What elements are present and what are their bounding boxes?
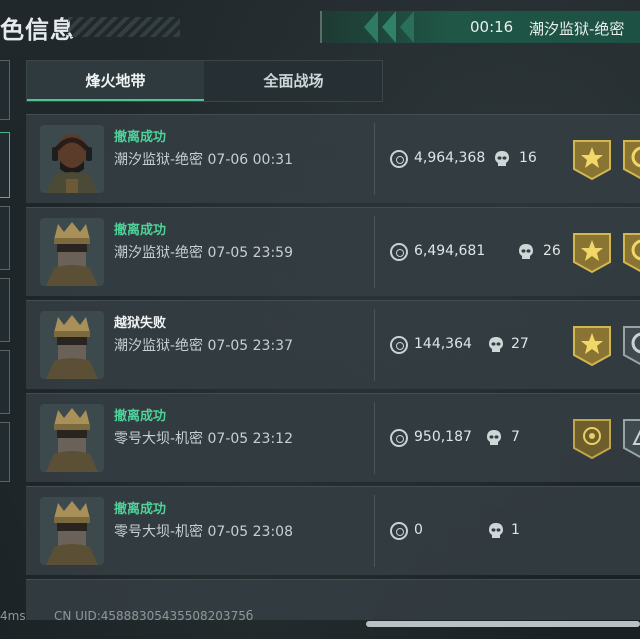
medal-badge-icon <box>623 419 640 459</box>
side-tab-2[interactable] <box>0 132 10 198</box>
coin-icon <box>390 522 408 540</box>
rank-badge-icon <box>573 140 611 181</box>
coin-icon <box>390 150 408 168</box>
match-value: 0 <box>414 522 423 538</box>
skull-icon <box>487 430 501 445</box>
kill-count: 7 <box>511 429 520 445</box>
kill-count: 27 <box>511 336 529 352</box>
side-tab-5[interactable] <box>0 350 10 414</box>
row-divider <box>374 216 375 288</box>
match-status: 撤离成功 <box>114 409 167 424</box>
mode-tabs: 烽火地带 全面战场 <box>26 60 383 102</box>
match-map: 潮汐监狱-绝密 <box>114 152 204 168</box>
coin-icon <box>390 243 408 261</box>
kill-count: 26 <box>543 243 561 259</box>
skull-icon <box>495 151 509 166</box>
skull-icon <box>489 337 503 352</box>
match-detail: 潮汐监狱-绝密 07-05 23:37 <box>114 335 293 355</box>
match-detail: 潮汐监狱-绝密 07-06 00:31 <box>114 149 293 169</box>
rank-badge-icon <box>573 326 611 367</box>
match-row[interactable]: 撤离成功 零号大坝-机密 07-05 23:08 0 1 <box>26 486 640 575</box>
chevron-left-icon <box>364 11 448 43</box>
match-datetime: 07-05 23:59 <box>207 245 293 261</box>
match-map: 潮汐监狱-绝密 <box>114 338 204 354</box>
match-status: 越狱失败 <box>114 316 167 331</box>
match-detail: 零号大坝-机密 07-05 23:12 <box>114 428 293 448</box>
side-nav <box>0 60 10 482</box>
operator-avatar <box>40 125 104 193</box>
match-row[interactable]: 撤离成功 零号大坝-机密 07-05 23:12 950,187 7 <box>26 393 640 482</box>
match-row[interactable]: 越狱失败 潮汐监狱-绝密 07-05 23:37 144,364 27 <box>26 300 640 389</box>
banner-map: 潮汐监狱-绝密 <box>529 20 625 38</box>
coin-icon <box>390 429 408 447</box>
kill-count: 1 <box>511 522 520 538</box>
rank-badge-icon <box>573 419 611 460</box>
match-map: 潮汐监狱-绝密 <box>114 245 204 261</box>
match-value: 144,364 <box>414 336 472 352</box>
row-divider <box>374 402 375 474</box>
match-map: 零号大坝-机密 <box>114 431 204 447</box>
match-value: 4,964,368 <box>414 150 486 166</box>
rank-badge-icon <box>573 233 611 274</box>
match-value: 950,187 <box>414 429 472 445</box>
tab-beacon-zone[interactable]: 烽火地带 <box>27 61 204 101</box>
side-tab-6[interactable] <box>0 422 10 482</box>
horizontal-scrollbar[interactable] <box>366 621 640 627</box>
medal-badge-icon <box>623 326 640 366</box>
match-row[interactable]: 撤离成功 潮汐监狱-绝密 07-05 23:59 6,494,681 26 <box>26 207 640 296</box>
match-datetime: 07-05 23:12 <box>207 431 293 447</box>
match-map: 零号大坝-机密 <box>114 524 204 540</box>
operator-avatar <box>40 404 104 472</box>
match-status: 撤离成功 <box>114 223 167 238</box>
match-row[interactable]: 撤离成功 潮汐监狱-绝密 07-06 00:31 4,964,368 16 <box>26 114 640 203</box>
row-divider <box>374 309 375 381</box>
operator-avatar <box>40 311 104 379</box>
coin-icon <box>390 336 408 354</box>
side-tab-4[interactable] <box>0 278 10 342</box>
skull-icon <box>489 523 503 538</box>
side-tab-1[interactable] <box>0 60 10 120</box>
skull-icon <box>519 244 533 259</box>
match-detail: 零号大坝-机密 07-05 23:08 <box>114 521 293 541</box>
match-detail: 潮汐监狱-绝密 07-05 23:59 <box>114 242 293 262</box>
match-banner[interactable]: 00:16 潮汐监狱-绝密 <box>320 11 640 43</box>
player-uid: CN UID:4588830543550820375б <box>54 609 254 623</box>
banner-time: 00:16 <box>470 18 514 36</box>
kill-count: 16 <box>519 150 537 166</box>
medal-badge-icon <box>623 233 640 273</box>
match-value: 6,494,681 <box>414 243 486 259</box>
page-title: 色信息 <box>0 16 75 44</box>
operator-avatar <box>40 218 104 286</box>
medal-badge-icon <box>623 140 640 180</box>
side-tab-3[interactable] <box>0 206 10 270</box>
match-datetime: 07-05 23:08 <box>207 524 293 540</box>
tab-full-battlefield[interactable]: 全面战场 <box>205 61 382 101</box>
ping-readout: 4ms <box>0 609 26 623</box>
title-decoration <box>68 17 180 37</box>
match-status: 撤离成功 <box>114 502 167 517</box>
match-status: 撤离成功 <box>114 130 167 145</box>
row-divider <box>374 123 375 195</box>
match-datetime: 07-06 00:31 <box>207 152 293 168</box>
row-divider <box>374 495 375 567</box>
operator-avatar <box>40 497 104 565</box>
match-datetime: 07-05 23:37 <box>207 338 293 354</box>
